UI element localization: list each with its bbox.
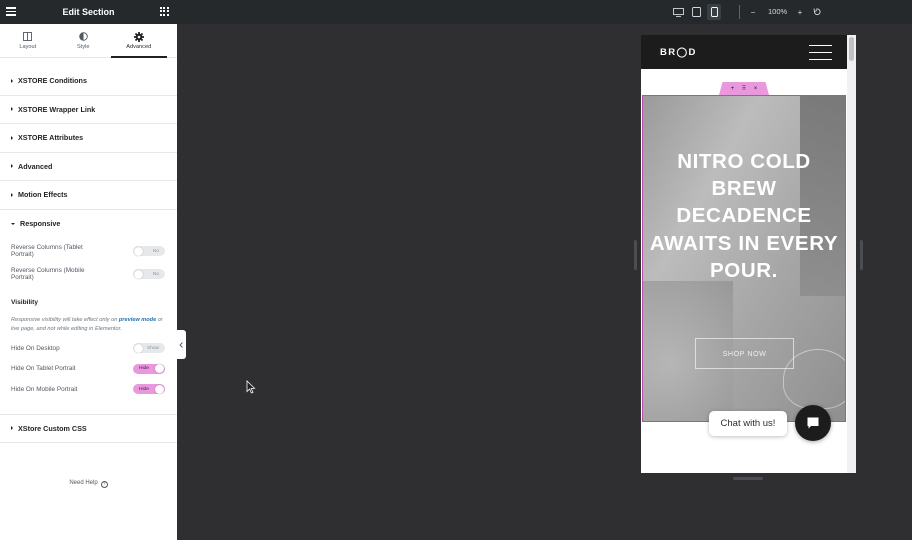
hide-mobile-toggle[interactable]: Hide <box>133 384 165 394</box>
control-label: Reverse Columns (Mobile Portrait) <box>11 267 85 281</box>
caret-right-icon <box>11 78 13 83</box>
help-icon: ? <box>100 481 108 488</box>
site-header: BR◯D <box>641 35 847 69</box>
section-label: XSTORE Conditions <box>18 76 87 86</box>
tab-advanced-label: Advanced <box>126 44 152 50</box>
reverse-tablet-toggle[interactable]: No <box>133 246 165 256</box>
chevron-left-icon <box>179 341 183 348</box>
tab-style[interactable]: Style <box>56 24 112 57</box>
panel-header: Edit Section <box>0 0 177 24</box>
section-xstore-wrapper-link[interactable]: XSTORE Wrapper Link <box>0 96 177 124</box>
hide-desktop-toggle[interactable]: Show <box>133 343 165 353</box>
caret-right-icon <box>11 135 13 140</box>
visibility-note: Responsive visibility will take effect o… <box>11 317 163 332</box>
resize-handle-right[interactable] <box>860 240 863 270</box>
shop-now-button[interactable]: SHOP NOW <box>695 338 794 369</box>
need-help-link[interactable]: Need Help? <box>0 480 177 488</box>
tab-advanced[interactable]: Advanced <box>111 24 167 58</box>
toolbar-divider <box>739 5 740 19</box>
tab-layout[interactable]: Layout <box>0 24 56 57</box>
control-reverse-mobile: Reverse Columns (Mobile Portrait) No <box>0 267 177 281</box>
drag-section-icon[interactable]: ⠿ <box>742 85 746 92</box>
section-xstore-attributes[interactable]: XSTORE Attributes <box>0 124 177 153</box>
chat-launcher-button[interactable] <box>795 405 831 441</box>
style-icon <box>79 31 88 42</box>
section-xstore-custom-css[interactable]: XStore Custom CSS <box>0 414 177 443</box>
widgets-grid-icon[interactable] <box>160 7 169 16</box>
caret-down-icon <box>11 222 15 225</box>
tab-layout-label: Layout <box>19 44 37 50</box>
hero-section[interactable]: NITRO COLD BREW DECADENCE AWAITS IN EVER… <box>642 95 846 422</box>
editor-panel: Edit Section Layout Style Advanced XSTOR… <box>0 0 177 540</box>
collapse-panel-button[interactable] <box>177 330 186 359</box>
resize-handle-left[interactable] <box>634 240 637 270</box>
site-logo[interactable]: BR◯D <box>660 47 697 58</box>
panel-tabs: Layout Style Advanced <box>0 24 177 58</box>
mouse-cursor-icon <box>246 380 256 394</box>
caret-right-icon <box>11 426 13 431</box>
desktop-icon[interactable] <box>671 4 685 20</box>
section-label: XStore Custom CSS <box>18 423 87 433</box>
section-label: XSTORE Attributes <box>18 133 84 143</box>
zoom-out-icon[interactable]: − <box>747 4 759 20</box>
section-label: Motion Effects <box>18 190 68 200</box>
section-xstore-conditions[interactable]: XSTORE Conditions <box>0 67 177 96</box>
control-reverse-tablet: Reverse Columns (Tablet Portrait) No <box>0 244 177 258</box>
hide-tablet-toggle[interactable]: Hide <box>133 363 165 374</box>
reverse-mobile-toggle[interactable]: No <box>133 269 165 279</box>
zoom-in-icon[interactable]: + <box>794 4 806 20</box>
control-hide-tablet: Hide On Tablet Portrait Hide <box>0 363 177 374</box>
chat-bubble[interactable]: Chat with us! <box>709 411 787 436</box>
section-responsive[interactable]: Responsive <box>0 210 177 239</box>
control-hide-desktop: Hide On Desktop Show <box>0 343 177 353</box>
scrollbar-thumb[interactable] <box>849 37 854 61</box>
control-label: Hide On Mobile Portrait <box>11 385 78 393</box>
tab-style-label: Style <box>77 44 90 50</box>
mobile-icon[interactable] <box>707 4 721 20</box>
chat-icon <box>807 417 819 429</box>
tablet-icon[interactable] <box>689 4 703 20</box>
hamburger-menu-icon[interactable] <box>809 45 832 66</box>
caret-right-icon <box>11 164 13 169</box>
mobile-preview-frame: BR◯D NITRO COLD BREW DECADENCE AWAITS IN… <box>641 35 856 473</box>
add-section-icon[interactable]: + <box>731 86 735 92</box>
control-label: Hide On Tablet Portrait <box>11 365 76 372</box>
control-label: Reverse Columns (Tablet Portrait) <box>11 244 83 258</box>
caret-right-icon <box>11 192 13 197</box>
hero-heading: NITRO COLD BREW DECADENCE AWAITS IN EVER… <box>649 150 839 282</box>
zoom-level: 100% <box>768 7 788 16</box>
delete-section-icon[interactable]: × <box>754 86 758 92</box>
control-hide-mobile: Hide On Mobile Portrait Hide <box>0 384 177 394</box>
panel-title: Edit Section <box>62 7 115 17</box>
caret-right-icon <box>11 107 13 112</box>
section-label: Advanced <box>18 161 53 171</box>
section-advanced[interactable]: Advanced <box>0 153 177 181</box>
preview-mode-link[interactable]: preview mode <box>119 317 156 323</box>
section-label: XSTORE Wrapper Link <box>18 104 96 114</box>
resize-handle-bottom[interactable] <box>733 477 763 480</box>
section-handle-toolbar: + ⠿ × <box>719 82 769 95</box>
gear-icon <box>133 31 144 42</box>
section-motion-effects[interactable]: Motion Effects <box>0 181 177 210</box>
preview-scrollbar[interactable] <box>847 35 856 473</box>
layout-icon <box>23 31 33 42</box>
reset-zoom-icon[interactable] <box>811 4 823 20</box>
control-label: Hide On Desktop <box>11 344 60 352</box>
visibility-heading: Visibility <box>11 299 38 306</box>
top-toolbar: − 100% + <box>177 0 912 24</box>
section-label: Responsive <box>20 219 61 229</box>
